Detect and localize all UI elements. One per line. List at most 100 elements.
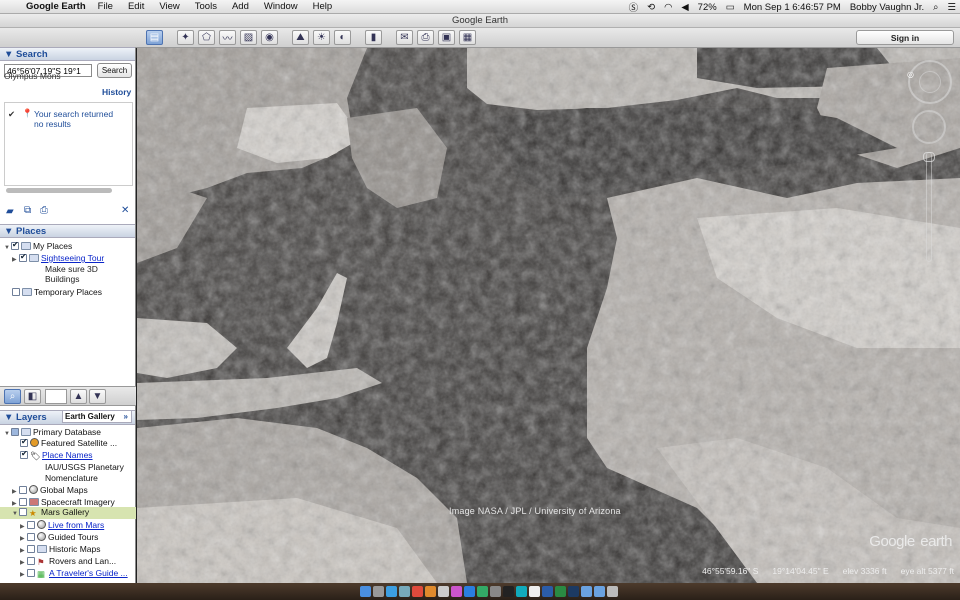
menu-app-name[interactable]: Google Earth: [26, 1, 86, 12]
wifi-icon[interactable]: ◠: [664, 2, 672, 13]
zoom-slider[interactable]: [926, 152, 932, 262]
add-placemark-icon[interactable]: ✦: [177, 30, 194, 45]
results-scrollbar[interactable]: [6, 188, 112, 193]
expand-icon[interactable]: ▶: [20, 559, 27, 566]
add-path-icon[interactable]: 〰: [219, 30, 236, 45]
calendar-icon[interactable]: [529, 586, 540, 597]
expand-icon[interactable]: ▶: [20, 535, 27, 542]
planets-icon[interactable]: ◐: [334, 30, 351, 45]
safari-icon[interactable]: [386, 586, 397, 597]
photoshop-icon[interactable]: [568, 586, 579, 597]
layer-travelers-guide[interactable]: ▶ ▦ A Traveler's Guide ...: [20, 568, 128, 579]
mars-terrain-image[interactable]: [137, 48, 960, 583]
preferences-icon[interactable]: [490, 586, 501, 597]
checkbox[interactable]: [11, 428, 19, 436]
layer-label[interactable]: Live from Mars: [48, 520, 104, 530]
checkbox[interactable]: [27, 557, 35, 565]
places-panel-header[interactable]: ▼ Places: [0, 224, 135, 238]
copy-icon[interactable]: ⧉: [24, 205, 31, 216]
checkbox[interactable]: [27, 521, 35, 529]
search-panel-header[interactable]: ▼ Search: [0, 47, 135, 61]
checkbox[interactable]: [19, 486, 27, 494]
expand-icon[interactable]: ▼: [12, 511, 19, 517]
places-label[interactable]: Sightseeing Tour: [41, 253, 104, 263]
downloads-icon[interactable]: [594, 586, 605, 597]
print-results-icon[interactable]: ⎙: [40, 205, 48, 216]
skype-icon[interactable]: Ⓢ: [629, 0, 639, 14]
expand-icon[interactable]: ▶: [20, 547, 27, 554]
excel-icon[interactable]: [555, 586, 566, 597]
google-earth-dock-icon[interactable]: [477, 586, 488, 597]
user-name[interactable]: Bobby Vaughn Jr.: [850, 2, 924, 13]
add-polygon-icon[interactable]: ⬠: [198, 30, 215, 45]
search-places-icon[interactable]: ⌕: [4, 389, 21, 404]
layer-global-maps[interactable]: ▶ Global Maps: [12, 485, 88, 495]
layer-mars-gallery[interactable]: ▼ ★ Mars Gallery: [0, 507, 136, 519]
folder-dock-icon[interactable]: [581, 586, 592, 597]
layer-primary-database[interactable]: ▼ Primary Database: [4, 427, 101, 437]
battery-icon[interactable]: ▭: [726, 2, 735, 13]
add-overlay-icon[interactable]: ▨: [240, 30, 257, 45]
email-icon[interactable]: ✉: [396, 30, 413, 45]
layer-featured-satellite[interactable]: Featured Satellite ...: [20, 437, 117, 448]
photos-icon[interactable]: [438, 586, 449, 597]
checkbox[interactable]: [12, 288, 20, 296]
view-in-maps-icon[interactable]: ▦: [459, 30, 476, 45]
places-filter-input[interactable]: [45, 389, 67, 404]
checkbox[interactable]: [19, 252, 27, 262]
volume-icon[interactable]: ◀: [681, 2, 688, 13]
menu-file[interactable]: File: [98, 1, 113, 12]
chrome-icon[interactable]: [412, 586, 423, 597]
search-button[interactable]: Search: [97, 63, 132, 78]
terminal-icon[interactable]: [503, 586, 514, 597]
menu-view[interactable]: View: [159, 1, 179, 12]
expand-icon[interactable]: ▶: [12, 488, 19, 495]
trash-icon[interactable]: [607, 586, 618, 597]
search-last-query[interactable]: Olympus Mons: [4, 71, 61, 81]
firefox-icon[interactable]: [425, 586, 436, 597]
menu-edit[interactable]: Edit: [128, 1, 144, 12]
zoom-slider-handle[interactable]: [923, 152, 935, 162]
checkbox[interactable]: [19, 508, 27, 516]
sunlight-icon[interactable]: ☀: [313, 30, 330, 45]
skype-dock-icon[interactable]: [516, 586, 527, 597]
earth-gallery-tab[interactable]: Earth Gallery »: [62, 410, 132, 423]
historical-imagery-icon[interactable]: ⛰: [292, 30, 309, 45]
north-icon[interactable]: ◎: [907, 70, 914, 79]
checkbox[interactable]: [11, 240, 19, 250]
record-tour-icon[interactable]: ◉: [261, 30, 278, 45]
search-history-link[interactable]: History: [102, 87, 131, 97]
checkbox[interactable]: [19, 498, 27, 506]
map-view[interactable]: ◎ Image NASA / JPL / University of Arizo…: [137, 48, 960, 583]
finder-icon[interactable]: [360, 586, 371, 597]
expand-icon[interactable]: ▶: [12, 500, 19, 507]
save-image-icon[interactable]: ▣: [438, 30, 455, 45]
layer-spacecraft-imagery[interactable]: ▶ Spacecraft Imagery: [12, 497, 115, 507]
move-joystick[interactable]: [912, 110, 946, 144]
mail-icon[interactable]: [399, 586, 410, 597]
places-item-sightseeing-tour[interactable]: ▶ Sightseeing Tour: [12, 252, 104, 263]
menu-tools[interactable]: Tools: [195, 1, 217, 12]
expand-icon[interactable]: ▼: [4, 245, 11, 251]
layer-place-names[interactable]: 🏷Place Names: [20, 449, 93, 461]
expand-icon[interactable]: ▶: [20, 523, 27, 530]
checkbox[interactable]: [27, 533, 35, 541]
sign-in-button[interactable]: Sign in: [856, 30, 954, 45]
layer-historic-maps[interactable]: ▶ Historic Maps: [20, 544, 100, 554]
places-item-my-places[interactable]: ▼ My Places: [4, 240, 72, 251]
panel-toggle-icon[interactable]: ◧: [24, 389, 41, 404]
launchpad-icon[interactable]: [373, 586, 384, 597]
move-down-icon[interactable]: ▼: [89, 389, 106, 404]
layer-live-from-mars[interactable]: ▶ Live from Mars: [20, 520, 104, 530]
menu-add[interactable]: Add: [232, 1, 249, 12]
notification-center-icon[interactable]: ☰: [947, 2, 956, 13]
move-up-icon[interactable]: ▲: [70, 389, 87, 404]
checkbox[interactable]: [20, 437, 28, 447]
clock[interactable]: Mon Sep 1 6:46:57 PM: [744, 2, 841, 13]
layer-guided-tours[interactable]: ▶ Guided Tours: [20, 532, 98, 542]
layer-label[interactable]: A Traveler's Guide ...: [49, 568, 128, 578]
menu-help[interactable]: Help: [313, 1, 333, 12]
sidebar-toggle-icon[interactable]: ▤: [146, 30, 163, 45]
battery-percent[interactable]: 72%: [698, 2, 717, 13]
places-item-temporary[interactable]: Temporary Places: [12, 287, 102, 297]
